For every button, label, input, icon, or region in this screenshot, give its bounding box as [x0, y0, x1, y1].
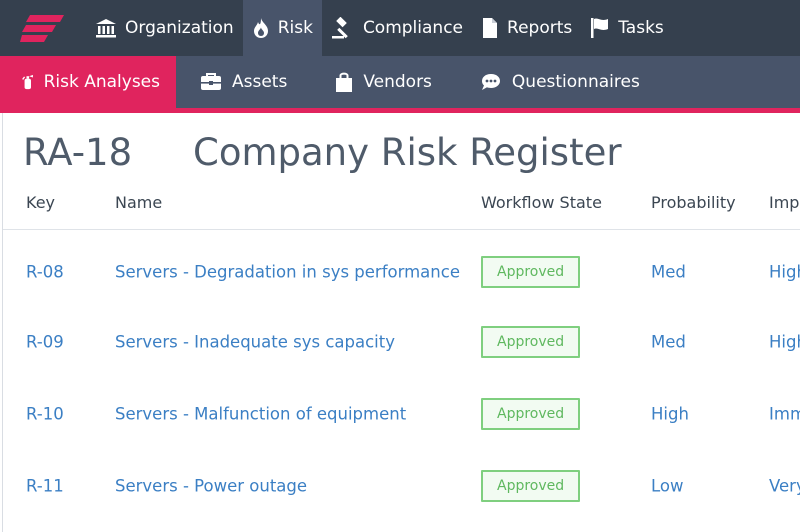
tab-questionnaires[interactable]: Questionnaires — [456, 56, 664, 108]
tab-label: Assets — [232, 72, 288, 92]
row-key-link[interactable]: R-11 — [26, 477, 64, 496]
table-row[interactable]: R-10 Servers - Malfunction of equipment … — [3, 394, 800, 434]
column-header-name[interactable]: Name — [115, 193, 162, 212]
row-name-link[interactable]: Servers - Power outage — [115, 477, 307, 496]
nav-item-reports[interactable]: Reports — [472, 0, 581, 56]
nav-item-organization[interactable]: Organization — [86, 0, 243, 56]
document-icon — [483, 18, 498, 38]
tab-vendors[interactable]: Vendors — [311, 56, 456, 108]
logo-icon — [20, 15, 64, 42]
main-content: RA-18 Company Risk Register Key Name Work… — [2, 113, 800, 532]
row-probability[interactable]: Low — [651, 477, 684, 496]
register-key: RA-18 — [23, 131, 133, 174]
tab-label: Questionnaires — [511, 72, 640, 92]
shopping-bag-icon — [336, 72, 353, 92]
column-header-workflow-state[interactable]: Workflow State — [481, 193, 602, 212]
nav-item-label: Organization — [125, 18, 234, 38]
status-badge: Approved — [481, 398, 581, 430]
table-row[interactable]: R-08 Servers - Degradation in sys perfor… — [3, 252, 800, 292]
page-title: RA-18 Company Risk Register — [23, 131, 622, 174]
status-badge: Approved — [481, 470, 581, 502]
tab-label: Risk Analyses — [43, 72, 160, 92]
row-impact[interactable]: High — [769, 263, 800, 282]
gavel-icon — [331, 17, 348, 39]
nav-item-label: Compliance — [362, 18, 464, 38]
tab-label: Vendors — [363, 72, 432, 92]
tab-assets[interactable]: Assets — [176, 56, 311, 108]
tab-risk-analyses[interactable]: Risk Analyses — [0, 56, 176, 108]
table-row[interactable]: R-11 Servers - Power outage Approved Low… — [3, 466, 800, 506]
row-name-link[interactable]: Servers - Degradation in sys performance — [115, 263, 460, 282]
nav-item-label: Risk — [277, 18, 313, 38]
row-impact[interactable]: High — [769, 333, 800, 352]
nav-item-risk[interactable]: Risk — [242, 0, 322, 56]
row-key-link[interactable]: R-10 — [26, 405, 64, 424]
column-header-key[interactable]: Key — [26, 193, 55, 212]
fire-extinguisher-icon — [22, 74, 33, 90]
status-badge: Approved — [481, 256, 581, 288]
column-header-impact[interactable]: Imp — [769, 193, 799, 212]
bank-icon — [96, 19, 116, 38]
app-logo[interactable] — [0, 0, 86, 56]
row-name-link[interactable]: Servers - Inadequate sys capacity — [115, 333, 395, 352]
nav-item-compliance[interactable]: Compliance — [322, 0, 472, 56]
row-key-link[interactable]: R-09 — [26, 333, 64, 352]
table-row[interactable]: R-09 Servers - Inadequate sys capacity A… — [3, 322, 800, 362]
register-title: Company Risk Register — [193, 131, 622, 174]
row-probability[interactable]: Med — [651, 263, 686, 282]
top-navigation: Organization Risk Compliance Reports Tas… — [0, 0, 800, 56]
row-impact[interactable]: Imm — [769, 405, 800, 424]
briefcase-icon — [201, 73, 221, 90]
status-badge: Approved — [481, 326, 581, 358]
row-probability[interactable]: Med — [651, 333, 686, 352]
column-header-probability[interactable]: Probability — [651, 193, 736, 212]
nav-item-label: Reports — [507, 18, 573, 38]
flame-icon — [253, 18, 268, 38]
header-divider — [3, 229, 800, 230]
nav-item-tasks[interactable]: Tasks — [581, 0, 673, 56]
row-impact[interactable]: Very — [769, 477, 800, 496]
flag-icon — [591, 18, 609, 38]
row-key-link[interactable]: R-08 — [26, 263, 64, 282]
nav-item-label: Tasks — [618, 18, 664, 38]
sub-navigation: Risk Analyses Assets Vendors Questionnai… — [0, 56, 800, 108]
chat-icon — [481, 74, 500, 90]
row-probability[interactable]: High — [651, 405, 689, 424]
row-name-link[interactable]: Servers - Malfunction of equipment — [115, 405, 406, 424]
